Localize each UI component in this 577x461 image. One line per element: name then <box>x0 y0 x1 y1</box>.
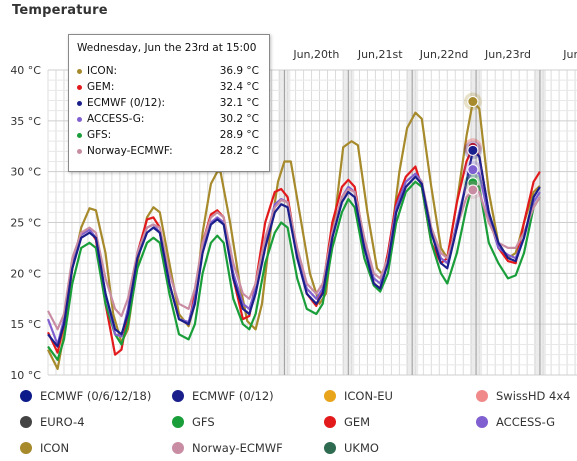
tooltip-dot <box>77 100 82 106</box>
hover-marker <box>467 164 479 176</box>
legend-label: ICON-EU <box>344 389 393 403</box>
legend-label: Norway-ECMWF <box>192 441 283 455</box>
legend-dot <box>20 442 32 454</box>
legend-item[interactable]: ECMWF (0/12) <box>172 389 274 403</box>
legend-label: ECMWF (0/6/12/18) <box>40 389 152 403</box>
tooltip-series-name: ECMWF (0/12): <box>87 97 166 109</box>
legend-label: EURO-4 <box>40 415 85 429</box>
tooltip-value: 36.9 °C <box>219 65 259 77</box>
x-day-label: Jun,23rd <box>484 48 531 61</box>
legend-dot <box>324 390 336 402</box>
legend-item[interactable]: UKMO <box>324 441 379 455</box>
tooltip-value: 30.2 °C <box>219 113 259 125</box>
legend-item[interactable]: SwissHD 4x4 <box>476 389 570 403</box>
legend-label: GEM <box>344 415 371 429</box>
legend-item[interactable]: ECMWF (0/6/12/18) <box>20 389 151 403</box>
tooltip: Wednesday, Jun the 23rd at 15:00 ICON: 36… <box>68 34 270 172</box>
tooltip-series-name: Norway-ECMWF: <box>87 145 173 157</box>
tooltip-series-name: ACCESS-G: <box>87 113 145 125</box>
legend-label: GFS <box>192 415 215 429</box>
tooltip-row: ACCESS-G: 30.2 °C <box>77 112 259 126</box>
legend-dot <box>324 416 336 428</box>
legend-label: ACCESS-G <box>496 415 556 429</box>
x-day-label: Jun,21st <box>357 48 403 61</box>
legend-dot <box>172 416 184 428</box>
tooltip-value: 28.2 °C <box>219 145 259 157</box>
x-day-label: Jun,22nd <box>419 48 469 61</box>
tooltip-row: ICON: 36.9 °C <box>77 64 259 78</box>
legend-dot <box>476 416 488 428</box>
y-tick-label: 15 °C <box>10 318 41 331</box>
legend-label: ECMWF (0/12) <box>192 389 274 403</box>
tooltip-dot <box>77 116 82 122</box>
y-tick-label: 10 °C <box>10 369 41 382</box>
tooltip-dot <box>77 148 82 154</box>
tooltip-value: 28.9 °C <box>219 129 259 141</box>
y-tick-label: 25 °C <box>10 217 41 230</box>
legend-dot <box>172 442 184 454</box>
tooltip-value: 32.1 °C <box>219 97 259 109</box>
legend-dot <box>20 416 32 428</box>
tooltip-series-name: GEM: <box>87 81 115 93</box>
legend-dot <box>476 390 488 402</box>
legend-item[interactable]: Norway-ECMWF <box>172 441 283 455</box>
hover-marker <box>467 184 479 196</box>
legend-label: SwissHD 4x4 <box>496 389 571 403</box>
hover-marker <box>467 144 479 156</box>
tooltip-value: 32.4 °C <box>219 81 259 93</box>
y-tick-label: 30 °C <box>10 166 41 179</box>
tooltip-header: Wednesday, Jun the 23rd at 15:00 <box>77 42 257 54</box>
y-tick-label: 40 °C <box>10 64 41 77</box>
tooltip-row: GFS: 28.9 °C <box>77 128 259 142</box>
legend-dot <box>172 390 184 402</box>
legend-item[interactable]: ACCESS-G <box>476 415 555 429</box>
tooltip-dot <box>77 84 82 90</box>
legend-label: ICON <box>40 441 70 455</box>
legend-dot <box>20 390 32 402</box>
legend-item[interactable]: EURO-4 <box>20 415 85 429</box>
y-tick-label: 35 °C <box>10 115 41 128</box>
legend-item[interactable]: ICON <box>20 441 69 455</box>
legend-item[interactable]: ICON-EU <box>324 389 393 403</box>
legend-item[interactable]: GEM <box>324 415 370 429</box>
y-tick-label: 20 °C <box>10 267 41 280</box>
tooltip-dot <box>77 132 82 138</box>
hover-marker <box>467 96 479 108</box>
tooltip-row: GEM: 32.4 °C <box>77 80 259 94</box>
x-day-label: Jun <box>562 48 577 61</box>
tooltip-row: Norway-ECMWF: 28.2 °C <box>77 144 259 158</box>
tooltip-series-name: ICON: <box>87 65 118 77</box>
legend-label: UKMO <box>344 441 379 455</box>
legend-dot <box>324 442 336 454</box>
tooltip-series-name: GFS: <box>87 129 112 141</box>
legend: ECMWF (0/6/12/18) ECMWF (0/12) ICON-EU Swis… <box>0 384 577 461</box>
x-day-label: Jun,20th <box>292 48 339 61</box>
legend-item[interactable]: GFS <box>172 415 215 429</box>
tooltip-dot <box>77 68 82 74</box>
tooltip-row: ECMWF (0/12): 32.1 °C <box>77 96 259 110</box>
